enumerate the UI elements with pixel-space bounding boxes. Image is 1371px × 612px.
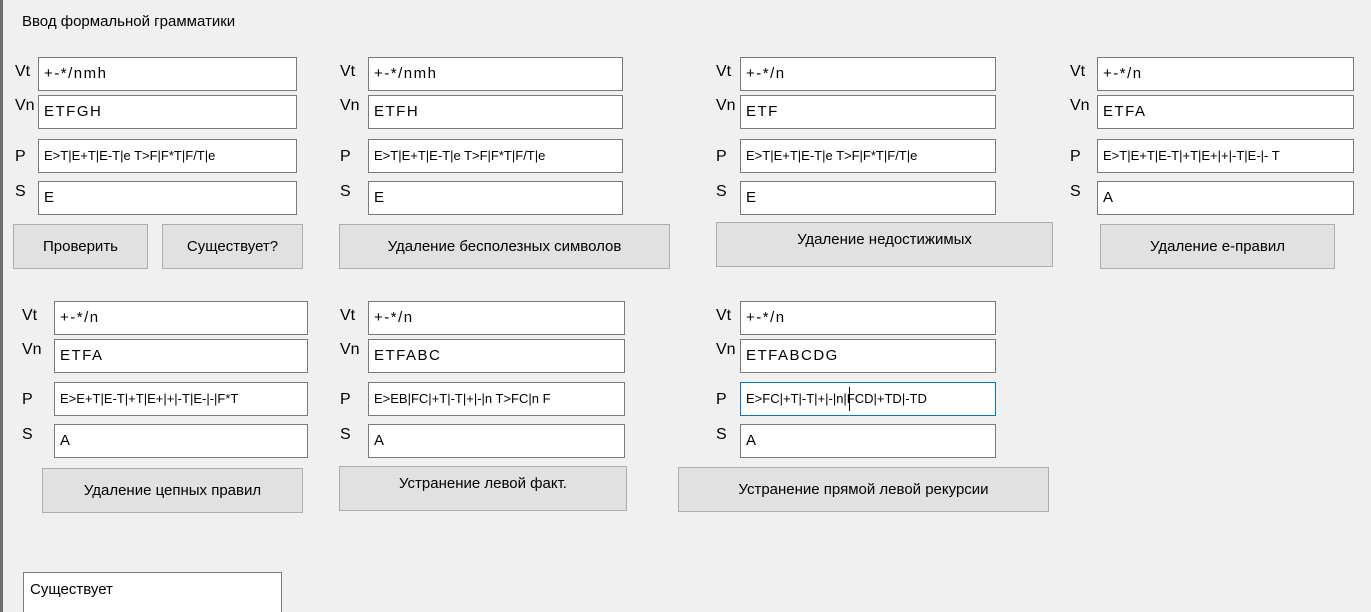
vn-field[interactable]: ETFABC [368, 339, 625, 373]
vn-field[interactable]: ETFA [54, 339, 308, 373]
text-caret [849, 387, 850, 411]
check-button[interactable]: Проверить [13, 224, 148, 269]
result-field[interactable]: Существует [23, 572, 282, 612]
vn-label: Vn [716, 97, 736, 114]
p-field[interactable]: E>T|E+T|E-T|e T>F|F*T|F/T|e [368, 139, 623, 173]
window-left-border [0, 0, 3, 612]
vn-label: Vn [1070, 97, 1090, 114]
p-field[interactable]: E>T|E+T|E-T|+T|E+|+|-T|E-|- T [1097, 139, 1354, 173]
p-field[interactable]: E>T|E+T|E-T|e T>F|F*T|F/T|e [38, 139, 297, 173]
vn-label: Vn [340, 341, 360, 358]
vn-label: Vn [716, 341, 736, 358]
remove-useless-symbols-button[interactable]: Удаление бесполезных символов [339, 224, 670, 269]
left-factoring-button[interactable]: Устранение левой факт. [339, 466, 627, 511]
vt-label: Vt [15, 63, 31, 80]
left-recursion-button[interactable]: Устранение прямой левой рекурсии [678, 467, 1049, 512]
p-field[interactable]: E>EB|FC|+T|-T|+|-|n T>FC|n F [368, 382, 625, 416]
grammar-panel-5: Vt +-*/n Vn ETFA P E>E+T|E-T|+T|E+|+|-T|… [22, 301, 308, 458]
p-field[interactable]: E>T|E+T|E-T|e T>F|F*T|F/T|e [740, 139, 996, 173]
window-title: Ввод формальной грамматики [22, 13, 236, 30]
s-label: S [340, 426, 351, 443]
vt-label: Vt [22, 307, 38, 324]
vn-label: Vn [340, 97, 360, 114]
vn-field[interactable]: ETFABCDG [740, 339, 996, 373]
p-label: P [1070, 148, 1081, 165]
p-label: P [716, 148, 727, 165]
s-field[interactable]: A [54, 424, 308, 458]
remove-chain-rules-button[interactable]: Удаление цепных правил [42, 468, 303, 513]
grammar-panel-1: Vt +-*/nmh Vn ETFGH P E>T|E+T|E-T|e T>F|… [15, 57, 297, 215]
vn-label: Vn [22, 341, 42, 358]
vt-label: Vt [716, 63, 732, 80]
vt-field[interactable]: +-*/n [368, 301, 625, 335]
grammar-panel-7: Vt +-*/n Vn ETFABCDG P E>FC|+T|-T|+|-|n|… [716, 301, 996, 458]
s-label: S [340, 183, 351, 200]
vt-label: Vt [340, 63, 356, 80]
vt-label: Vt [716, 307, 732, 324]
s-field[interactable]: A [740, 424, 996, 458]
s-field[interactable]: E [740, 181, 996, 215]
remove-e-rules-button[interactable]: Удаление е-правил [1100, 224, 1335, 269]
s-field[interactable]: A [1097, 181, 1354, 215]
vt-field[interactable]: +-*/n [1097, 57, 1354, 91]
p-label: P [340, 148, 351, 165]
vt-field[interactable]: +-*/nmh [368, 57, 623, 91]
vt-field[interactable]: +-*/nmh [38, 57, 297, 91]
grammar-panel-6: Vt +-*/n Vn ETFABC P E>EB|FC|+T|-T|+|-|n… [340, 301, 625, 458]
vt-label: Vt [1070, 63, 1086, 80]
s-field[interactable]: E [368, 181, 623, 215]
p-label: P [716, 391, 727, 408]
vn-field[interactable]: ETFGH [38, 95, 297, 129]
vt-field[interactable]: +-*/n [740, 57, 996, 91]
vt-field[interactable]: +-*/n [740, 301, 996, 335]
p-field[interactable]: E>E+T|E-T|+T|E+|+|-T|E-|-|F*T [54, 382, 308, 416]
remove-unreachable-button[interactable]: Удаление недостижимых [716, 222, 1053, 267]
s-label: S [716, 183, 727, 200]
vn-field[interactable]: ETFA [1097, 95, 1354, 129]
vt-label: Vt [340, 307, 356, 324]
grammar-panel-4: Vt +-*/n Vn ETFA P E>T|E+T|E-T|+T|E+|+|-… [1070, 57, 1354, 215]
grammar-panel-3: Vt +-*/n Vn ETF P E>T|E+T|E-T|e T>F|F*T|… [716, 57, 996, 215]
vn-field[interactable]: ETF [740, 95, 996, 129]
s-label: S [1070, 183, 1081, 200]
vt-field[interactable]: +-*/n [54, 301, 308, 335]
vn-label: Vn [15, 97, 35, 114]
p-field-focused[interactable]: E>FC|+T|-T|+|-|n|FCD|+TD|-TD [740, 382, 996, 416]
s-label: S [716, 426, 727, 443]
exists-button[interactable]: Существует? [162, 224, 303, 269]
grammar-panel-2: Vt +-*/nmh Vn ETFH P E>T|E+T|E-T|e T>F|F… [340, 57, 623, 215]
s-label: S [15, 183, 26, 200]
s-label: S [22, 426, 33, 443]
p-label: P [340, 391, 351, 408]
s-field[interactable]: E [38, 181, 297, 215]
vn-field[interactable]: ETFH [368, 95, 623, 129]
p-label: P [22, 391, 33, 408]
s-field[interactable]: A [368, 424, 625, 458]
p-field-text: E>FC|+T|-T|+|-|n|FCD|+TD|-TD [746, 391, 927, 406]
p-label: P [15, 148, 26, 165]
